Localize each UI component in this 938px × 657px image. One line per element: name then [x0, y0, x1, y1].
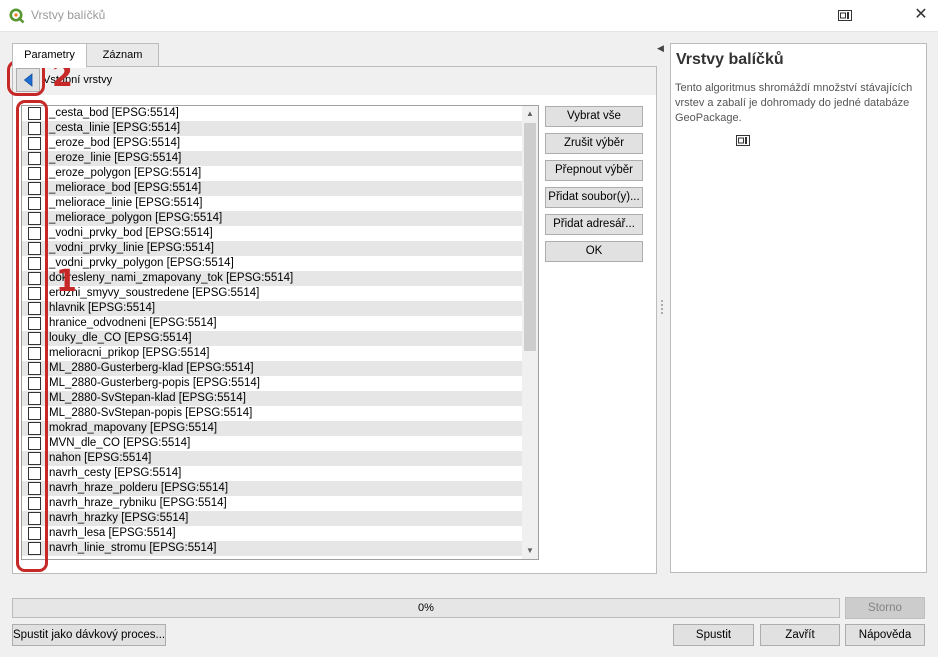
layer-label: melioracni_prikop [EPSG:5514]: [49, 347, 210, 359]
context-help-icon[interactable]: [838, 10, 852, 21]
context-help-icon: [736, 135, 750, 146]
layer-list-scrollbar[interactable]: ▲ ▼: [522, 106, 538, 559]
tab-zaznam[interactable]: Záznam: [86, 43, 159, 67]
layer-row[interactable]: navrh_cesty [EPSG:5514]: [22, 466, 523, 481]
layer-rows: _cesta_bod [EPSG:5514] _cesta_linie [EPSG…: [22, 106, 523, 556]
title-bar: Vrstvy balíčků ✕: [0, 0, 938, 32]
layer-row[interactable]: ML_2880-Gusterberg-klad [EPSG:5514]: [22, 361, 523, 376]
annotation-box-1: [16, 100, 48, 572]
layer-row[interactable]: _vodni_prvky_bod [EPSG:5514]: [22, 226, 523, 241]
layer-label: navrh_hrazky [EPSG:5514]: [49, 512, 189, 524]
scroll-down-icon[interactable]: ▼: [522, 543, 538, 559]
help-button[interactable]: Nápověda: [845, 624, 925, 646]
layer-row[interactable]: _meliorace_linie [EPSG:5514]: [22, 196, 523, 211]
layer-label: navrh_linie_stromu [EPSG:5514]: [49, 542, 217, 554]
layer-label: _eroze_linie [EPSG:5514]: [49, 152, 182, 164]
add-files-button[interactable]: Přidat soubor(y)...: [545, 187, 643, 208]
layer-label: ML_2880-SvStepan-popis [EPSG:5514]: [49, 407, 253, 419]
layer-row[interactable]: _eroze_polygon [EPSG:5514]: [22, 166, 523, 181]
layer-row[interactable]: hlavnik [EPSG:5514]: [22, 301, 523, 316]
layer-row[interactable]: _vodni_prvky_linie [EPSG:5514]: [22, 241, 523, 256]
help-title: Vrstvy balíčků: [676, 51, 784, 68]
layer-row[interactable]: dokresleny_nami_zmapovany_tok [EPSG:5514…: [22, 271, 523, 286]
layer-label: dokresleny_nami_zmapovany_tok [EPSG:5514…: [49, 272, 294, 284]
layer-row[interactable]: louky_dle_CO [EPSG:5514]: [22, 331, 523, 346]
clear-selection-button[interactable]: Zrušit výběr: [545, 133, 643, 154]
scroll-up-icon[interactable]: ▲: [522, 106, 538, 122]
layer-row[interactable]: ML_2880-SvStepan-klad [EPSG:5514]: [22, 391, 523, 406]
layer-row[interactable]: _vodni_prvky_polygon [EPSG:5514]: [22, 256, 523, 271]
layer-row[interactable]: MVN_dle_CO [EPSG:5514]: [22, 436, 523, 451]
layer-label: navrh_hraze_polderu [EPSG:5514]: [49, 482, 229, 494]
layer-row[interactable]: ML_2880-SvStepan-popis [EPSG:5514]: [22, 406, 523, 421]
layer-label: _cesta_linie [EPSG:5514]: [49, 122, 181, 134]
layer-row[interactable]: mokrad_mapovany [EPSG:5514]: [22, 421, 523, 436]
layer-row[interactable]: navrh_lesa [EPSG:5514]: [22, 526, 523, 541]
cancel-button[interactable]: Storno: [845, 597, 925, 619]
layer-label: ML_2880-Gusterberg-klad [EPSG:5514]: [49, 362, 254, 374]
layer-row[interactable]: navrh_hraze_rybniku [EPSG:5514]: [22, 496, 523, 511]
layer-label: ML_2880-SvStepan-klad [EPSG:5514]: [49, 392, 246, 404]
layer-label: _meliorace_polygon [EPSG:5514]: [49, 212, 223, 224]
qgis-logo-icon: [9, 8, 25, 24]
layer-row[interactable]: _meliorace_bod [EPSG:5514]: [22, 181, 523, 196]
layer-label: hlavnik [EPSG:5514]: [49, 302, 156, 314]
layer-row[interactable]: ML_2880-Gusterberg-popis [EPSG:5514]: [22, 376, 523, 391]
layer-label: navrh_hraze_rybniku [EPSG:5514]: [49, 497, 227, 509]
progress-bar: 0%: [12, 598, 840, 618]
input-layers-header: Vstupní vrstvy: [13, 67, 656, 95]
run-button[interactable]: Spustit: [673, 624, 754, 646]
layer-row[interactable]: _eroze_linie [EPSG:5514]: [22, 151, 523, 166]
collapse-help-icon[interactable]: ◀: [657, 43, 664, 54]
help-panel: Vrstvy balíčků Tento algoritmus shromážd…: [670, 43, 927, 573]
layer-row[interactable]: _eroze_bod [EPSG:5514]: [22, 136, 523, 151]
layer-row[interactable]: _cesta_bod [EPSG:5514]: [22, 106, 523, 121]
layer-label: mokrad_mapovany [EPSG:5514]: [49, 422, 218, 434]
close-icon[interactable]: ✕: [912, 6, 930, 24]
layer-label: _vodni_prvky_linie [EPSG:5514]: [49, 242, 214, 254]
layer-label: _vodni_prvky_bod [EPSG:5514]: [49, 227, 213, 239]
layer-label: _eroze_polygon [EPSG:5514]: [49, 167, 202, 179]
parameters-panel: Vstupní vrstvy _cesta_bod [EPSG:5514] _ce…: [12, 66, 657, 574]
ok-button[interactable]: OK: [545, 241, 643, 262]
scroll-thumb[interactable]: [524, 123, 536, 351]
layer-row[interactable]: _cesta_linie [EPSG:5514]: [22, 121, 523, 136]
layer-row[interactable]: navrh_hraze_polderu [EPSG:5514]: [22, 481, 523, 496]
layer-row[interactable]: _meliorace_polygon [EPSG:5514]: [22, 211, 523, 226]
layer-label: nahon [EPSG:5514]: [49, 452, 152, 464]
layer-row[interactable]: hranice_odvodneni [EPSG:5514]: [22, 316, 523, 331]
layer-row[interactable]: nahon [EPSG:5514]: [22, 451, 523, 466]
annotation-number-1: 1: [56, 264, 77, 299]
select-all-button[interactable]: Vybrat vše: [545, 106, 643, 127]
layer-label: hranice_odvodneni [EPSG:5514]: [49, 317, 217, 329]
layer-label: navrh_lesa [EPSG:5514]: [49, 527, 176, 539]
splitter-handle[interactable]: [661, 300, 663, 316]
help-description: Tento algoritmus shromáždí množství stáv…: [675, 82, 913, 124]
layer-list[interactable]: _cesta_bod [EPSG:5514] _cesta_linie [EPSG…: [21, 105, 539, 560]
layer-label: erozni_smyvy_soustredene [EPSG:5514]: [49, 287, 260, 299]
batch-process-button[interactable]: Spustit jako dávkový proces...: [12, 624, 166, 646]
window-title: Vrstvy balíčků: [31, 8, 106, 22]
close-button[interactable]: Zavřít: [760, 624, 840, 646]
layer-row[interactable]: navrh_hrazky [EPSG:5514]: [22, 511, 523, 526]
layer-label: MVN_dle_CO [EPSG:5514]: [49, 437, 191, 449]
layer-label: louky_dle_CO [EPSG:5514]: [49, 332, 192, 344]
layer-row[interactable]: navrh_linie_stromu [EPSG:5514]: [22, 541, 523, 556]
layer-label: _meliorace_bod [EPSG:5514]: [49, 182, 202, 194]
layer-label: ML_2880-Gusterberg-popis [EPSG:5514]: [49, 377, 260, 389]
toggle-selection-button[interactable]: Přepnout výběr: [545, 160, 643, 181]
layer-label: navrh_cesty [EPSG:5514]: [49, 467, 182, 479]
layer-label: _meliorace_linie [EPSG:5514]: [49, 197, 203, 209]
layer-row[interactable]: erozni_smyvy_soustredene [EPSG:5514]: [22, 286, 523, 301]
add-directory-button[interactable]: Přidat adresář...: [545, 214, 643, 235]
layer-label: _cesta_bod [EPSG:5514]: [49, 107, 179, 119]
tab-parametry[interactable]: Parametry: [12, 43, 87, 68]
layer-label: _eroze_bod [EPSG:5514]: [49, 137, 181, 149]
layer-row[interactable]: melioracni_prikop [EPSG:5514]: [22, 346, 523, 361]
